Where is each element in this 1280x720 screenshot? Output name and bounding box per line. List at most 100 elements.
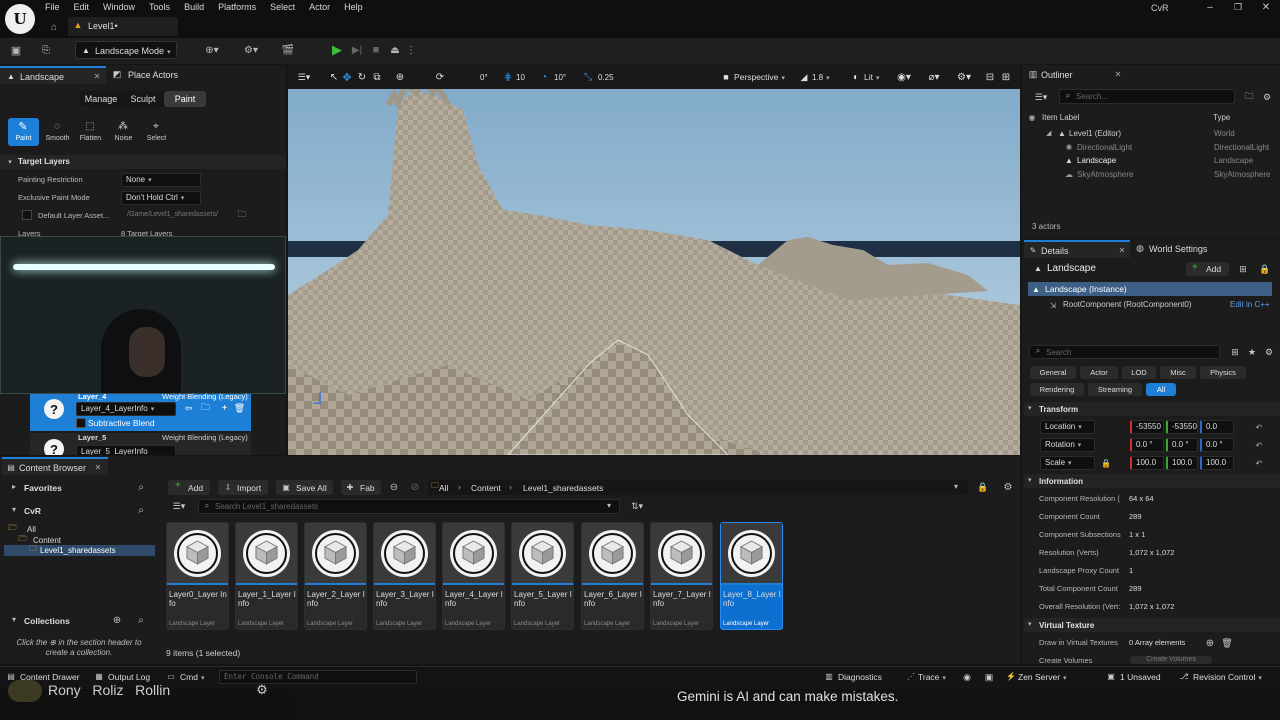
lock-icon[interactable]: 🔒 <box>1259 263 1271 275</box>
delete-layer-icon[interactable]: 🗑 <box>234 402 245 414</box>
revision-control-button[interactable]: ⎇ Revision Control <box>1179 670 1277 684</box>
outliner-row[interactable]: ▲ Landscape Landscape <box>1024 154 1280 167</box>
tool-paint[interactable]: ✎ Paint <box>8 118 39 146</box>
content-browser-tab[interactable]: ▤ Content Browser ✕ <box>2 457 108 475</box>
scale-x[interactable]: 100.0 <box>1130 456 1164 470</box>
sort-icon[interactable]: ⇅▾ <box>626 500 648 512</box>
stop-icon[interactable]: ■ <box>369 43 383 57</box>
folder-icon[interactable]: 🗀 <box>236 209 248 220</box>
details-tab[interactable]: ✎ Details ✕ <box>1024 240 1130 258</box>
painting-restriction-select[interactable]: None <box>121 173 201 187</box>
scale-icon[interactable]: ⧉ <box>371 71 383 83</box>
rotation-value[interactable]: 10° <box>554 73 566 82</box>
filter-streaming[interactable]: Streaming <box>1088 383 1142 396</box>
minimize-icon[interactable]: – <box>1203 1 1217 13</box>
new-folder-icon[interactable]: 🗀 <box>1243 91 1255 103</box>
asset-tile[interactable]: Layer_1_Layer Info Landscape Layer <box>235 522 298 630</box>
cmd-button[interactable]: ▭ Cmd <box>166 670 212 684</box>
tree-level1-sharedassets[interactable]: 🗀 Level1_sharedassets <box>4 544 155 556</box>
step-icon[interactable]: ▶| <box>350 43 364 57</box>
collections-header[interactable]: ▾ Collections ⊕ ⌕ <box>4 612 154 628</box>
filter-icon[interactable]: ☰▾ <box>1030 91 1052 103</box>
move-icon[interactable]: ✥ <box>340 70 354 84</box>
trace-button[interactable]: ⋰ Trace <box>906 670 954 684</box>
add-element-icon[interactable]: ⊕ <box>1204 637 1216 649</box>
details-search-input[interactable]: ⌕ Search <box>1029 345 1220 359</box>
location-z[interactable]: 0.0 <box>1200 420 1234 434</box>
layer-row-4[interactable]: ? Layer_4 Weight Blending (Legacy) Layer… <box>30 392 251 431</box>
information-header[interactable]: ▾ Information <box>1024 474 1280 488</box>
add-actor-icon[interactable]: ⊕▾ <box>201 43 223 57</box>
settings-icon[interactable]: ⚙▾ <box>954 71 974 83</box>
outliner-close-icon[interactable]: ✕ <box>1114 69 1122 79</box>
cb-search-dropdown-icon[interactable]: ▾ <box>607 500 611 512</box>
world-settings-tab[interactable]: ◍ World Settings <box>1132 240 1242 258</box>
asset-tile[interactable]: Layer_3_Layer Info Landscape Layer <box>373 522 436 630</box>
cb-filter-icon[interactable]: ☰▾ <box>168 500 190 512</box>
menu-select[interactable]: Select <box>270 2 295 14</box>
property-matrix-icon[interactable]: ⊞ <box>1229 346 1241 358</box>
instance-row[interactable]: ▲ Landscape (Instance) <box>1028 282 1272 296</box>
reset-scale-icon[interactable]: ↶ <box>1254 457 1264 469</box>
filter-actor[interactable]: Actor <box>1080 366 1118 379</box>
surface-snap-icon[interactable]: ⟳ <box>434 71 446 83</box>
cb-settings-icon[interactable]: ⚙ <box>1002 481 1014 493</box>
menu-tools[interactable]: Tools <box>149 2 170 14</box>
favorites-search-icon[interactable]: ⌕ <box>135 481 147 493</box>
blueprint-icon[interactable]: ⚙▾ <box>240 43 262 57</box>
menu-build[interactable]: Build <box>184 2 204 14</box>
camera-speed-icon[interactable]: ◢ <box>798 71 810 83</box>
filter-misc[interactable]: Misc <box>1160 366 1196 379</box>
asset-tile[interactable]: Layer_2_Layer Info Landscape Layer <box>304 522 367 630</box>
cb-import-button[interactable]: ⇩ Import <box>218 480 268 495</box>
favorites-star-icon[interactable]: ★ <box>1246 346 1258 358</box>
subtractive-checkbox[interactable] <box>76 418 86 428</box>
zen-server-button[interactable]: ⚡ Zen Server <box>1006 670 1080 684</box>
diagnostics-button[interactable]: ▥ Diagnostics <box>824 670 890 684</box>
place-actors-tab[interactable]: ◩ Place Actors <box>108 66 208 84</box>
details-settings-icon[interactable]: ⚙ <box>1263 346 1275 358</box>
maximize-icon[interactable]: ❐ <box>1231 1 1245 13</box>
virtual-texture-header[interactable]: ▾ Virtual Texture <box>1024 618 1280 632</box>
eject-icon[interactable]: ⏏ <box>388 43 402 57</box>
target-layers-header[interactable]: ▾ Target Layers <box>0 155 286 169</box>
back-icon[interactable]: ⊖ <box>388 481 400 493</box>
cb-add-button[interactable]: + Add <box>168 480 210 495</box>
breadcrumb-content[interactable]: Content <box>471 483 501 493</box>
screenshot-icon[interactable]: ▣ <box>983 671 995 683</box>
filter-lod[interactable]: LOD <box>1122 366 1156 379</box>
col-item-label[interactable]: Item Label <box>1042 113 1079 122</box>
rotation-z[interactable]: 0.0 ° <box>1200 438 1234 452</box>
cb-save-all-button[interactable]: ▣ Save All <box>276 480 333 495</box>
tool-smooth[interactable]: ◌ Smooth <box>42 118 73 146</box>
edit-in-cpp-link[interactable]: Edit in C++ <box>1230 300 1270 309</box>
maximize-viewport-icon[interactable]: ⊟ <box>984 71 996 83</box>
scale-value[interactable]: 0.25 <box>598 73 614 82</box>
outliner-row[interactable]: ✺ DirectionalLight DirectionalLight <box>1024 141 1280 154</box>
lock-browser-icon[interactable]: 🔒 <box>977 481 989 493</box>
use-selected-icon[interactable]: ⇦ <box>183 402 194 414</box>
cb-fab-button[interactable]: ✚ Fab <box>341 480 381 495</box>
menu-actor[interactable]: Actor <box>309 2 330 14</box>
select-mode-icon[interactable]: ↖ <box>328 71 340 83</box>
performance-icon[interactable]: ⌀▾ <box>924 71 944 83</box>
cinematics-icon[interactable]: 🎬 <box>277 43 299 57</box>
reset-rotation-icon[interactable]: ↶ <box>1254 439 1264 451</box>
mode-tab-paint[interactable]: Paint <box>164 91 206 107</box>
reset-location-icon[interactable]: ↶ <box>1254 421 1264 433</box>
mode-tab-manage[interactable]: Manage <box>80 91 122 107</box>
exclusive-paint-select[interactable]: Don't Hold Ctrl <box>121 191 201 205</box>
record-icon[interactable]: ◉ <box>961 671 973 683</box>
more-play-icon[interactable]: ⋮ <box>406 43 416 57</box>
clear-elements-icon[interactable]: 🗑 <box>1221 637 1233 649</box>
menu-help[interactable]: Help <box>344 2 363 14</box>
menu-edit[interactable]: Edit <box>74 2 90 14</box>
transform-menu-icon[interactable]: ☰▾ <box>296 71 312 83</box>
perspective-button[interactable]: ■ Perspective <box>720 70 792 85</box>
asset-tile[interactable]: Layer_5_Layer Info Landscape Layer <box>511 522 574 630</box>
mode-tab-sculpt[interactable]: Sculpt <box>122 91 164 107</box>
lit-button[interactable]: ◐ Lit <box>850 70 890 85</box>
asset-tile[interactable]: Layer_4_Layer Info Landscape Layer <box>442 522 505 630</box>
outliner-row[interactable]: ☁ SkyAtmosphere SkyAtmosphere <box>1024 168 1280 181</box>
filter-rendering[interactable]: Rendering <box>1030 383 1084 396</box>
